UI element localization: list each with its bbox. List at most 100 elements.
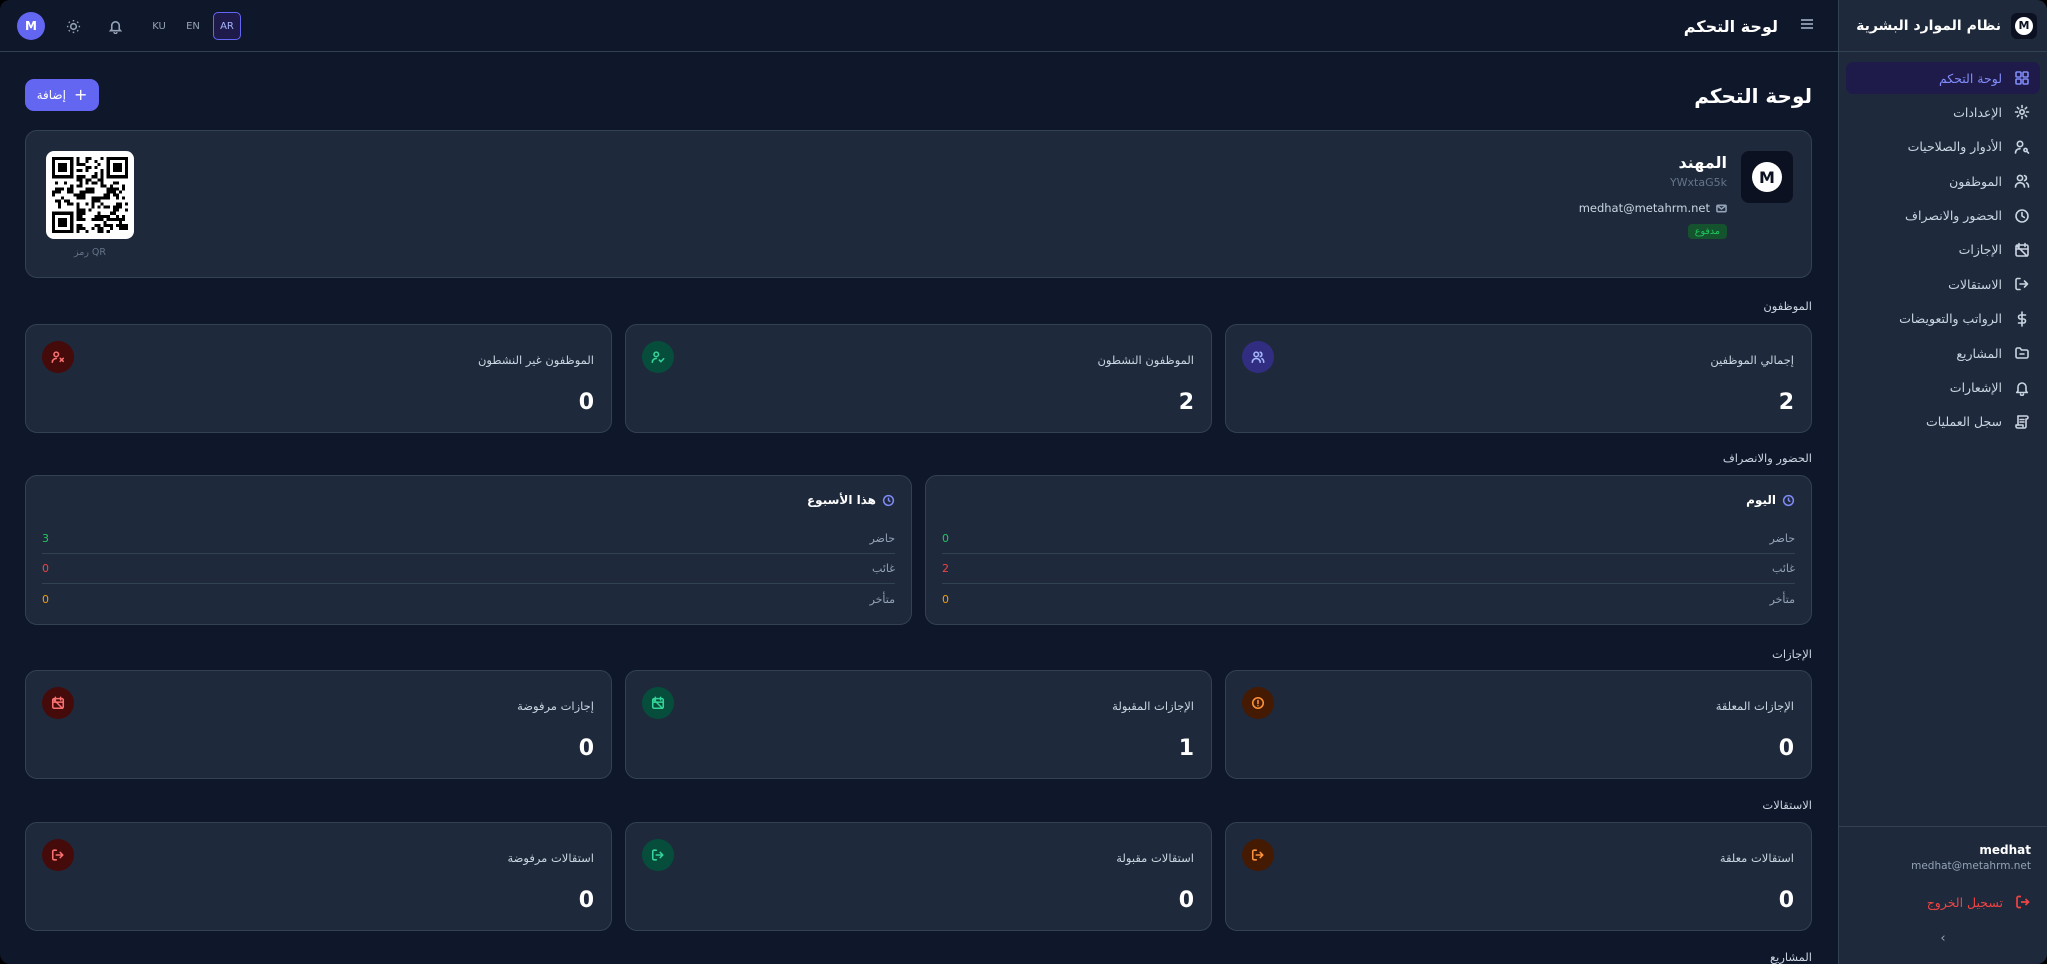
attendance-value: 2 — [942, 562, 949, 575]
attendance-label: حاضر — [1769, 532, 1795, 545]
language-en-button[interactable]: EN — [179, 12, 207, 40]
qr-module — [112, 181, 116, 185]
qr-module — [79, 184, 83, 188]
attendance-today-card: اليوم 0 حاضر 2 غائب 0 متأخر — [925, 475, 1812, 625]
log-out-icon — [2015, 278, 2029, 291]
sidebar-item-dashboard[interactable]: لوحة التحكم — [1846, 62, 2040, 94]
sidebar-item-label: الإعدادات — [1953, 104, 2002, 120]
qr-module — [52, 190, 56, 194]
qr-module — [58, 175, 62, 179]
attendance-label: غائب — [872, 562, 895, 575]
sidebar-item-payroll[interactable]: الرواتب والتعويضات — [1846, 303, 2040, 335]
sidebar-item-notifications[interactable]: الإشعارات — [1846, 372, 2040, 404]
qr-module — [100, 178, 104, 182]
sidebar-item-employees[interactable]: الموظفون — [1846, 165, 2040, 197]
qr-module — [79, 190, 83, 194]
qr-module — [64, 181, 68, 185]
stat-card-pending-resignations[interactable]: استقالات معلقة 0 — [1225, 822, 1812, 931]
qr-module — [79, 223, 83, 227]
qr-module — [94, 223, 98, 227]
qr-module — [109, 226, 113, 230]
qr-module — [79, 208, 83, 212]
stat-label: استقالات معلقة — [1719, 851, 1794, 865]
qr-module — [100, 214, 104, 218]
qr-module — [70, 160, 74, 164]
qr-module — [106, 196, 110, 200]
qr-module — [55, 175, 59, 179]
log-out-icon — [642, 839, 674, 871]
topbar: M KU EN AR لوحة التحكم — [0, 0, 1838, 52]
qr-module — [94, 217, 98, 221]
qr-module — [58, 169, 62, 173]
sidebar-item-label: الحضور والانصراف — [1905, 208, 2002, 224]
stat-card-approved-leaves[interactable]: الإجازات المقبولة 1 — [625, 670, 1212, 779]
sidebar-item-attendance[interactable]: الحضور والانصراف — [1846, 200, 2040, 232]
language-ku-button[interactable]: KU — [145, 12, 173, 40]
qr-module — [76, 175, 80, 179]
sidebar-item-projects[interactable]: المشاريع — [1846, 337, 2040, 369]
qr-module — [55, 187, 59, 191]
stat-card-inactive-employees[interactable]: الموظفون غير النشطون 0 — [25, 324, 612, 433]
qr-module — [94, 214, 98, 218]
menu-toggle-button[interactable] — [1798, 15, 1816, 37]
theme-toggle-button[interactable] — [59, 12, 87, 40]
qr-module — [67, 199, 71, 203]
sidebar-item-leaves[interactable]: الإجازات — [1846, 234, 2040, 266]
section-title-projects: المشاريع — [1770, 950, 1812, 964]
qr-module — [88, 157, 92, 161]
sidebar-item-activity-log[interactable]: سجل العمليات — [1846, 406, 2040, 438]
stat-card-active-employees[interactable]: الموظفون النشطون 2 — [625, 324, 1212, 433]
qr-module — [76, 178, 80, 182]
qr-module — [115, 223, 119, 227]
qr-module — [103, 193, 107, 197]
log-out-icon — [1242, 839, 1274, 871]
qr-module — [70, 223, 74, 227]
qr-module — [58, 163, 62, 167]
add-button[interactable]: إضافة + — [25, 79, 99, 111]
stat-card-pending-leaves[interactable]: الإجازات المعلقة 0 — [1225, 670, 1812, 779]
sidebar-item-resignations[interactable]: الاستقالات — [1846, 268, 2040, 300]
topbar-actions: M KU EN AR — [17, 0, 241, 52]
notifications-button[interactable] — [101, 12, 129, 40]
qr-module — [91, 202, 95, 206]
language-ar-button[interactable]: AR — [213, 12, 241, 40]
logout-label: تسجيل الخروج — [1926, 894, 2003, 910]
qr-code[interactable] — [46, 151, 134, 239]
sidebar-item-roles[interactable]: الأدوار والصلاحيات — [1846, 131, 2040, 163]
qr-module — [58, 223, 62, 227]
user-email: medhat@metahrm.net — [1911, 860, 2031, 872]
qr-module — [121, 157, 125, 161]
qr-module — [100, 175, 104, 179]
attendance-row: 3 حاضر — [42, 524, 895, 554]
qr-module — [103, 214, 107, 218]
qr-module — [61, 229, 65, 233]
qr-module — [82, 211, 86, 215]
qr-module — [76, 205, 80, 209]
stat-card-approved-resignations[interactable]: استقالات مقبولة 0 — [625, 822, 1212, 931]
company-email-row: medhat@metahrm.net — [1579, 201, 1727, 215]
qr-module — [52, 157, 56, 161]
attendance-today-title: اليوم — [1746, 493, 1776, 507]
qr-module — [82, 193, 86, 197]
sidebar-item-settings[interactable]: الإعدادات — [1846, 96, 2040, 128]
attendance-label: غائب — [1772, 562, 1795, 575]
qr-module — [103, 196, 107, 200]
qr-module — [124, 202, 128, 206]
attendance-week-card: هذا الأسبوع 3 حاضر 0 غائب 0 متأخر — [25, 475, 912, 625]
avatar[interactable]: M — [17, 12, 45, 40]
qr-module — [118, 175, 122, 179]
qr-module — [85, 166, 89, 170]
qr-module — [97, 226, 101, 230]
qr-module — [106, 169, 110, 173]
stat-card-rejected-leaves[interactable]: إجازات مرفوضة 0 — [25, 670, 612, 779]
qr-module — [85, 157, 89, 161]
attendance-value: 0 — [42, 592, 49, 606]
stat-card-rejected-resignations[interactable]: استقالات مرفوضة 0 — [25, 822, 612, 931]
qr-module — [79, 226, 83, 230]
logout-button[interactable]: تسجيل الخروج — [1855, 894, 2031, 910]
qr-module — [91, 199, 95, 203]
collapse-sidebar-button[interactable]: ‹ — [1839, 931, 2047, 946]
stat-card-total-employees[interactable]: إجمالي الموظفين 2 — [1225, 324, 1812, 433]
qr-module — [55, 190, 59, 194]
qr-module — [76, 223, 80, 227]
